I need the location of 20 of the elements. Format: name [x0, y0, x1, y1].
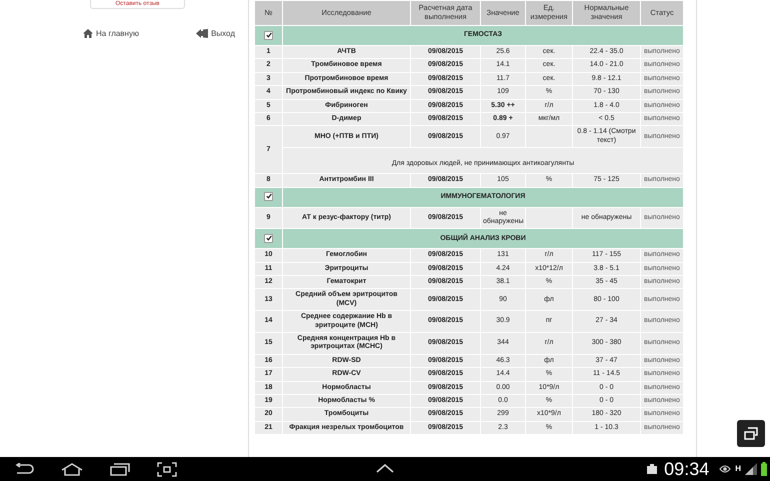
caret-up-icon[interactable] [376, 464, 394, 473]
clock-time: 09:34 [664, 458, 710, 480]
back-arrows-icon [196, 29, 208, 38]
home-icon [83, 29, 93, 38]
checkbox[interactable] [264, 234, 273, 243]
checkbox[interactable] [264, 192, 273, 202]
multi-window-button[interactable] [737, 420, 765, 447]
eye-icon [719, 465, 732, 473]
home-link[interactable]: На главную [83, 29, 139, 38]
signal-icon [745, 463, 757, 475]
recent-apps-icon[interactable] [110, 462, 130, 476]
exit-link[interactable]: Выход [196, 29, 235, 38]
checkbox[interactable] [264, 30, 273, 40]
overlapping-windows-icon [744, 427, 758, 440]
home-icon[interactable] [61, 462, 83, 476]
clipboard-icon [646, 463, 658, 475]
screenshot-icon[interactable] [157, 462, 177, 476]
network-type: H [735, 465, 741, 473]
battery-icon [761, 462, 767, 476]
back-icon[interactable] [14, 463, 34, 475]
